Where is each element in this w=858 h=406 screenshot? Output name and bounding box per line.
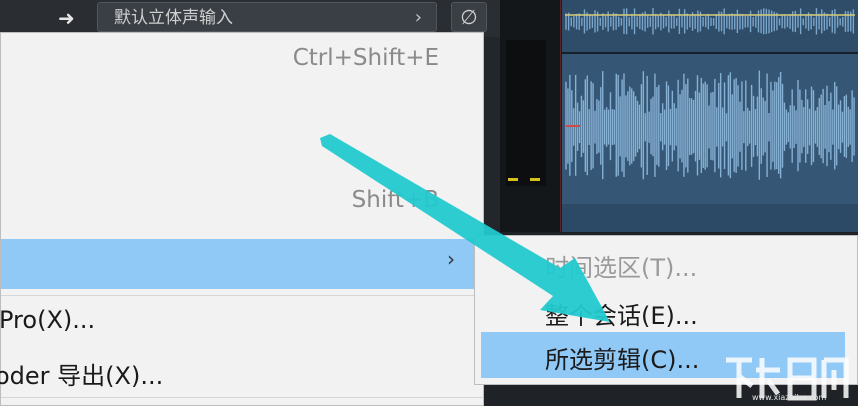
chevron-right-icon: › — [414, 7, 422, 28]
chevron-right-icon: › — [447, 247, 455, 271]
menu-separator — [1, 397, 483, 398]
menu-item-shortcut: Ctrl+Shift+E — [292, 45, 439, 71]
playhead-marker — [566, 125, 580, 127]
submenu-item-time-selection[interactable]: 时间选区(T)... — [545, 248, 697, 283]
menu-item-export-2[interactable]: Shift+B — [1, 183, 483, 233]
volume-envelope-line[interactable] — [565, 14, 855, 16]
menu-separator — [1, 295, 483, 296]
menu-item-pro[interactable]: Pro(X)... — [0, 303, 483, 343]
menu-item-shortcut: Shift+B — [351, 187, 439, 213]
menu-item-label: Pro(X)... — [0, 306, 96, 334]
meter-led-left — [508, 178, 518, 181]
submenu-item-entire-session[interactable]: 整个会话(E)... — [545, 296, 698, 331]
submenu-item-selected-clips[interactable]: 所选剪辑(C)... — [545, 340, 699, 375]
level-meter — [506, 40, 546, 186]
meter-led-right — [530, 178, 540, 181]
track-input-selector[interactable]: 默认立体声输入 › — [97, 2, 437, 32]
arrow-right-icon[interactable]: ➜ — [58, 6, 75, 30]
null-output-button[interactable]: ∅ — [451, 2, 487, 32]
track-input-label: 默认立体声输入 — [114, 8, 233, 28]
menu-item-submenu-highlighted[interactable] — [1, 239, 475, 289]
watermark-url: www.xiazaiba.com — [752, 393, 827, 402]
menu-item-coder-export[interactable]: oder 导出(X)... — [0, 353, 483, 393]
menu-item-label: oder 导出(X)... — [0, 362, 164, 390]
context-menu: Ctrl+Shift+E Shift+B › Pro(X)... oder 导出… — [0, 32, 484, 406]
menu-item-export-1[interactable]: Ctrl+Shift+E — [1, 33, 483, 93]
waveform-graphic — [565, 8, 855, 180]
